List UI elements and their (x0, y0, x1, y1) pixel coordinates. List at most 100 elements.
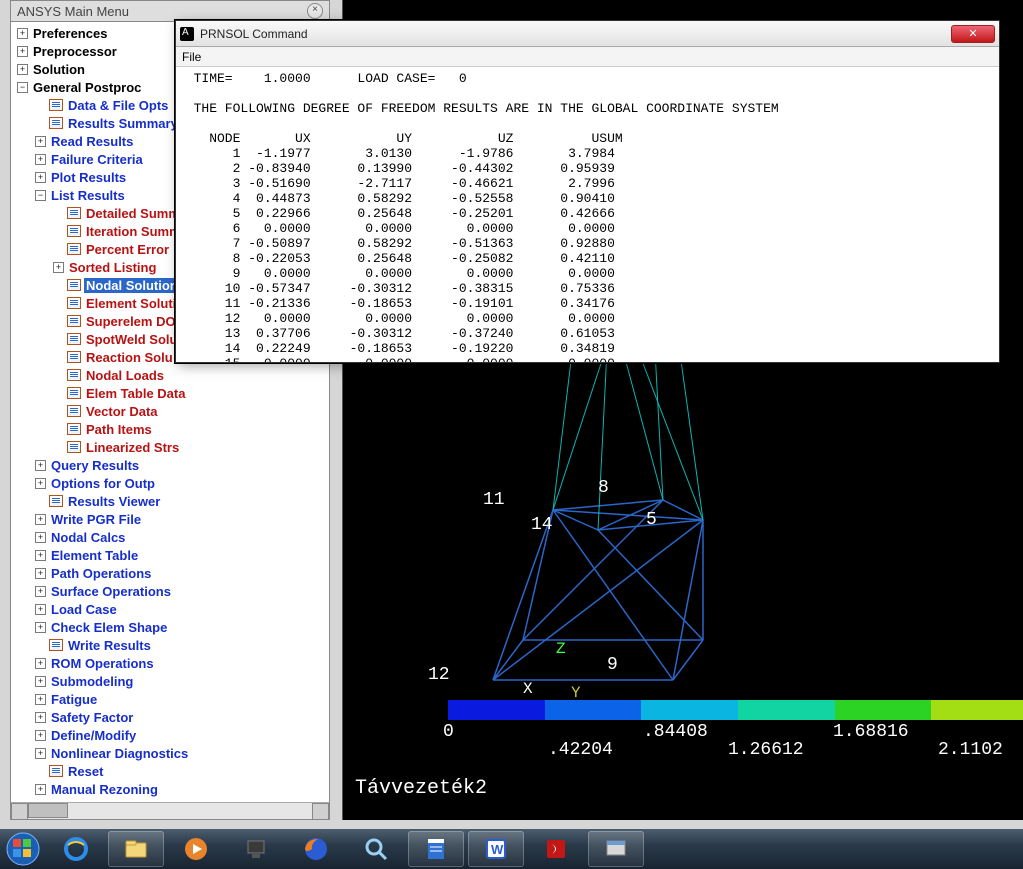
colorbar-segment (641, 700, 738, 720)
tree-item[interactable]: Nodal Loads (11, 366, 329, 384)
taskbar-pc-icon[interactable] (228, 831, 284, 867)
expand-icon[interactable]: + (35, 550, 46, 561)
prnsol-output[interactable]: TIME= 1.0000 LOAD CASE= 0 THE FOLLOWING … (176, 67, 999, 362)
node-label-11: 11 (483, 490, 505, 510)
scroll-left-arrow-icon[interactable] (11, 803, 28, 820)
prnsol-close-button[interactable]: ✕ (951, 25, 995, 43)
tree-item[interactable]: Vector Data (11, 402, 329, 420)
expander-spacer (53, 298, 64, 309)
taskbar[interactable]: W (0, 829, 1023, 869)
scroll-track[interactable] (28, 803, 312, 819)
tree-item[interactable]: +Define/Modify (11, 726, 329, 744)
taskbar-firefox-icon[interactable] (288, 831, 344, 867)
colorbar-segment (835, 700, 932, 720)
expand-icon[interactable]: + (35, 784, 46, 795)
tree-item-label: Nodal Loads (84, 368, 166, 383)
tree-item[interactable]: +Surface Operations (11, 582, 329, 600)
prnsol-title: PRNSOL Command (200, 27, 951, 41)
expand-icon[interactable]: + (35, 604, 46, 615)
collapse-icon[interactable]: − (35, 190, 46, 201)
tree-item[interactable]: Results Viewer (11, 492, 329, 510)
taskbar-explorer-icon[interactable] (108, 831, 164, 867)
expand-icon[interactable]: + (35, 568, 46, 579)
expander-spacer (53, 208, 64, 219)
model-title: Távvezeték2 (355, 777, 487, 800)
tree-item[interactable]: +Load Case (11, 600, 329, 618)
expand-icon[interactable]: + (35, 514, 46, 525)
scroll-right-arrow-icon[interactable] (312, 803, 329, 820)
tree-item[interactable]: Path Items (11, 420, 329, 438)
tree-item-label: Define/Modify (49, 728, 138, 743)
tree-item[interactable]: +Manual Rezoning (11, 780, 329, 798)
expand-icon[interactable]: + (35, 694, 46, 705)
expand-icon[interactable]: + (35, 676, 46, 687)
expand-icon[interactable]: + (17, 28, 28, 39)
prnsol-menubar[interactable]: File (176, 47, 999, 67)
tree-item[interactable]: +Check Elem Shape (11, 618, 329, 636)
tree-item-label: Write Results (66, 638, 153, 653)
prnsol-window[interactable]: PRNSOL Command ✕ File TIME= 1.0000 LOAD … (175, 20, 1000, 363)
tree-item-label: ROM Operations (49, 656, 156, 671)
taskbar-notepad-icon[interactable] (408, 831, 464, 867)
collapse-icon[interactable]: − (17, 82, 28, 93)
tree-item[interactable]: +Fatigue (11, 690, 329, 708)
tree-item[interactable]: +ROM Operations (11, 654, 329, 672)
expand-icon[interactable]: + (17, 64, 28, 75)
expand-icon[interactable]: + (35, 136, 46, 147)
taskbar-magnifier-icon[interactable] (348, 831, 404, 867)
expand-icon[interactable]: + (35, 748, 46, 759)
prnsol-app-icon (180, 27, 194, 41)
main-menu-close-icon[interactable]: × (307, 3, 323, 19)
expander-spacer (53, 406, 64, 417)
taskbar-acrobat-icon[interactable] (528, 831, 584, 867)
expander-spacer (35, 118, 46, 129)
tree-item[interactable]: Linearized Strs (11, 438, 329, 456)
tree-item[interactable]: +Query Results (11, 456, 329, 474)
expand-icon[interactable]: + (35, 730, 46, 741)
tree-item[interactable]: +Write PGR File (11, 510, 329, 528)
taskbar-app-icon[interactable] (588, 831, 644, 867)
tree-horizontal-scrollbar[interactable] (11, 802, 329, 819)
tree-item[interactable]: +Nonlinear Diagnostics (11, 744, 329, 762)
expander-spacer (53, 424, 64, 435)
tree-item-label: Vector Data (84, 404, 160, 419)
taskbar-wmp-icon[interactable] (168, 831, 224, 867)
taskbar-word-icon[interactable]: W (468, 831, 524, 867)
expand-icon[interactable]: + (17, 46, 28, 57)
expand-icon[interactable]: + (35, 154, 46, 165)
expand-icon[interactable]: + (35, 460, 46, 471)
tree-item-label: Safety Factor (49, 710, 135, 725)
scroll-thumb[interactable] (28, 803, 68, 818)
expander-spacer (35, 766, 46, 777)
document-icon (49, 765, 63, 777)
expand-icon[interactable]: + (35, 712, 46, 723)
tree-item[interactable]: +Nodal Calcs (11, 528, 329, 546)
tree-item[interactable]: +Safety Factor (11, 708, 329, 726)
tree-item[interactable]: +Element Table (11, 546, 329, 564)
prnsol-menu-file[interactable]: File (182, 50, 201, 64)
document-icon (67, 243, 81, 255)
tree-item[interactable]: Reset (11, 762, 329, 780)
expand-icon[interactable]: + (35, 658, 46, 669)
tree-item[interactable]: +Submodeling (11, 672, 329, 690)
expand-icon[interactable]: + (35, 478, 46, 489)
taskbar-tray[interactable] (653, 829, 1023, 869)
tree-item[interactable]: +Path Operations (11, 564, 329, 582)
tree-item-label: List Results (49, 188, 127, 203)
prnsol-titlebar[interactable]: PRNSOL Command ✕ (176, 21, 999, 47)
expand-icon[interactable]: + (53, 262, 64, 273)
taskbar-ie-icon[interactable] (48, 831, 104, 867)
expand-icon[interactable]: + (35, 586, 46, 597)
expander-spacer (53, 442, 64, 453)
tree-item-label: Fatigue (49, 692, 99, 707)
document-icon (49, 117, 63, 129)
axis-z-label: Z (556, 640, 566, 658)
tree-item[interactable]: Elem Table Data (11, 384, 329, 402)
expand-icon[interactable]: + (35, 532, 46, 543)
tree-item[interactable]: Write Results (11, 636, 329, 654)
document-icon (49, 99, 63, 111)
tree-item[interactable]: +Options for Outp (11, 474, 329, 492)
expand-icon[interactable]: + (35, 172, 46, 183)
start-button[interactable] (0, 829, 46, 869)
expand-icon[interactable]: + (35, 622, 46, 633)
